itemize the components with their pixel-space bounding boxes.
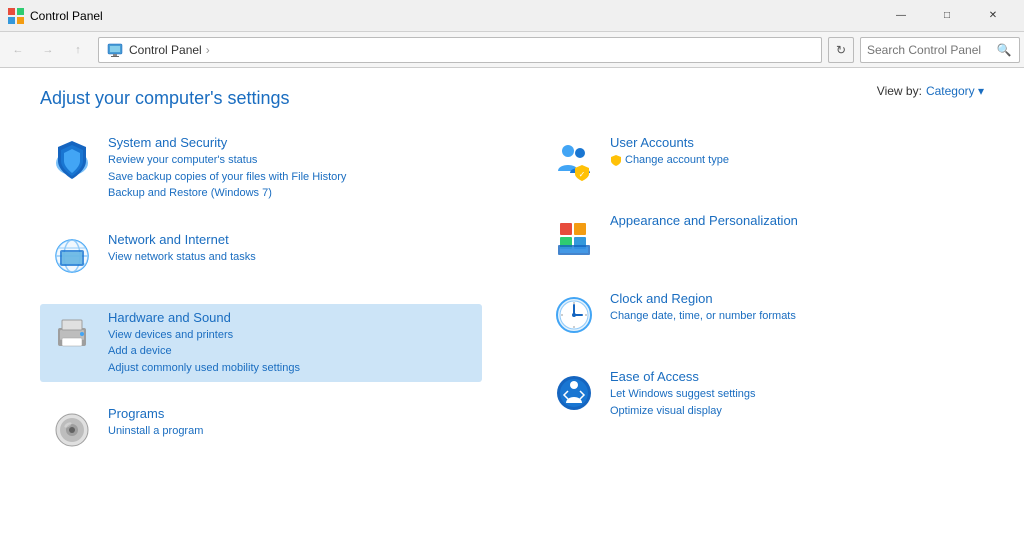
network-internet-icon <box>48 232 96 280</box>
clock-region-icon <box>550 291 598 339</box>
programs-link-0[interactable]: Uninstall a program <box>108 423 474 440</box>
hardware-sound-title[interactable]: Hardware and Sound <box>108 310 474 325</box>
category-network-internet[interactable]: Network and Internet View network status… <box>40 226 482 286</box>
address-field[interactable]: Control Panel › <box>98 37 822 63</box>
system-security-link-0[interactable]: Review your computer's status <box>108 152 474 169</box>
search-input[interactable] <box>867 43 995 57</box>
hardware-sound-icon <box>48 310 96 358</box>
system-security-title[interactable]: System and Security <box>108 135 474 150</box>
title-bar: Control Panel — □ ✕ <box>0 0 1024 32</box>
window-controls: — □ ✕ <box>878 0 1016 32</box>
user-accounts-text: User Accounts Change account type <box>610 135 976 169</box>
back-button[interactable]: ← <box>4 36 32 64</box>
category-clock-region[interactable]: Clock and Region Change date, time, or n… <box>542 285 984 345</box>
appearance-title[interactable]: Appearance and Personalization <box>610 213 976 228</box>
up-button[interactable]: ↑ <box>64 36 92 64</box>
clock-region-title[interactable]: Clock and Region <box>610 291 976 306</box>
breadcrumb-separator: › <box>206 43 210 57</box>
address-bar: ← → ↑ Control Panel › ↻ 🔍 <box>0 32 1024 68</box>
hardware-sound-link-1[interactable]: Add a device <box>108 343 474 360</box>
appearance-text: Appearance and Personalization <box>610 213 976 230</box>
view-by-value[interactable]: Category ▾ <box>926 84 984 98</box>
hardware-sound-text: Hardware and Sound View devices and prin… <box>108 310 474 377</box>
ease-access-title[interactable]: Ease of Access <box>610 369 976 384</box>
network-internet-link-0[interactable]: View network status and tasks <box>108 249 474 266</box>
panels-container: System and Security Review your computer… <box>40 129 984 478</box>
network-internet-title[interactable]: Network and Internet <box>108 232 474 247</box>
page-title: Adjust your computer's settings <box>40 88 984 109</box>
ease-access-text: Ease of Access Let Windows suggest setti… <box>610 369 976 419</box>
system-security-icon <box>48 135 96 183</box>
network-internet-text: Network and Internet View network status… <box>108 232 474 266</box>
right-panel: ✓ User Accounts Change account type <box>542 129 984 478</box>
ease-access-link-0[interactable]: Let Windows suggest settings <box>610 386 976 403</box>
category-ease-access[interactable]: Ease of Access Let Windows suggest setti… <box>542 363 984 425</box>
view-by-label: View by: <box>877 84 922 98</box>
system-security-link-1[interactable]: Save backup copies of your files with Fi… <box>108 169 474 186</box>
category-programs[interactable]: Programs Uninstall a program <box>40 400 482 460</box>
programs-text: Programs Uninstall a program <box>108 406 474 440</box>
hardware-sound-link-2[interactable]: Adjust commonly used mobility settings <box>108 360 474 377</box>
forward-button[interactable]: → <box>34 36 62 64</box>
breadcrumb-item: Control Panel <box>129 43 202 57</box>
clock-region-text: Clock and Region Change date, time, or n… <box>610 291 976 325</box>
main-content: Adjust your computer's settings System a… <box>0 68 1024 535</box>
search-field[interactable]: 🔍 <box>860 37 1020 63</box>
programs-title[interactable]: Programs <box>108 406 474 421</box>
close-button[interactable]: ✕ <box>970 0 1016 32</box>
category-user-accounts[interactable]: ✓ User Accounts Change account type <box>542 129 984 189</box>
svg-text:✓: ✓ <box>579 170 586 179</box>
refresh-button[interactable]: ↻ <box>828 37 854 63</box>
user-accounts-link-0[interactable]: Change account type <box>625 152 729 169</box>
user-accounts-title[interactable]: User Accounts <box>610 135 976 150</box>
app-icon <box>8 8 24 24</box>
programs-icon <box>48 406 96 454</box>
ease-access-icon <box>550 369 598 417</box>
user-accounts-icon: ✓ <box>550 135 598 183</box>
maximize-button[interactable]: □ <box>924 0 970 32</box>
clock-region-link-0[interactable]: Change date, time, or number formats <box>610 308 976 325</box>
category-appearance[interactable]: Appearance and Personalization <box>542 207 984 267</box>
search-icon[interactable]: 🔍 <box>995 40 1013 60</box>
minimize-button[interactable]: — <box>878 0 924 32</box>
category-hardware-sound[interactable]: Hardware and Sound View devices and prin… <box>40 304 482 383</box>
system-security-text: System and Security Review your computer… <box>108 135 474 202</box>
system-security-link-2[interactable]: Backup and Restore (Windows 7) <box>108 185 474 202</box>
hardware-sound-link-0[interactable]: View devices and printers <box>108 327 474 344</box>
left-panel: System and Security Review your computer… <box>40 129 482 478</box>
view-by-control: View by: Category ▾ <box>877 84 984 98</box>
appearance-icon <box>550 213 598 261</box>
shield-badge-icon <box>610 154 622 166</box>
window-title: Control Panel <box>30 9 878 23</box>
category-system-security[interactable]: System and Security Review your computer… <box>40 129 482 208</box>
ease-access-link-1[interactable]: Optimize visual display <box>610 403 976 420</box>
